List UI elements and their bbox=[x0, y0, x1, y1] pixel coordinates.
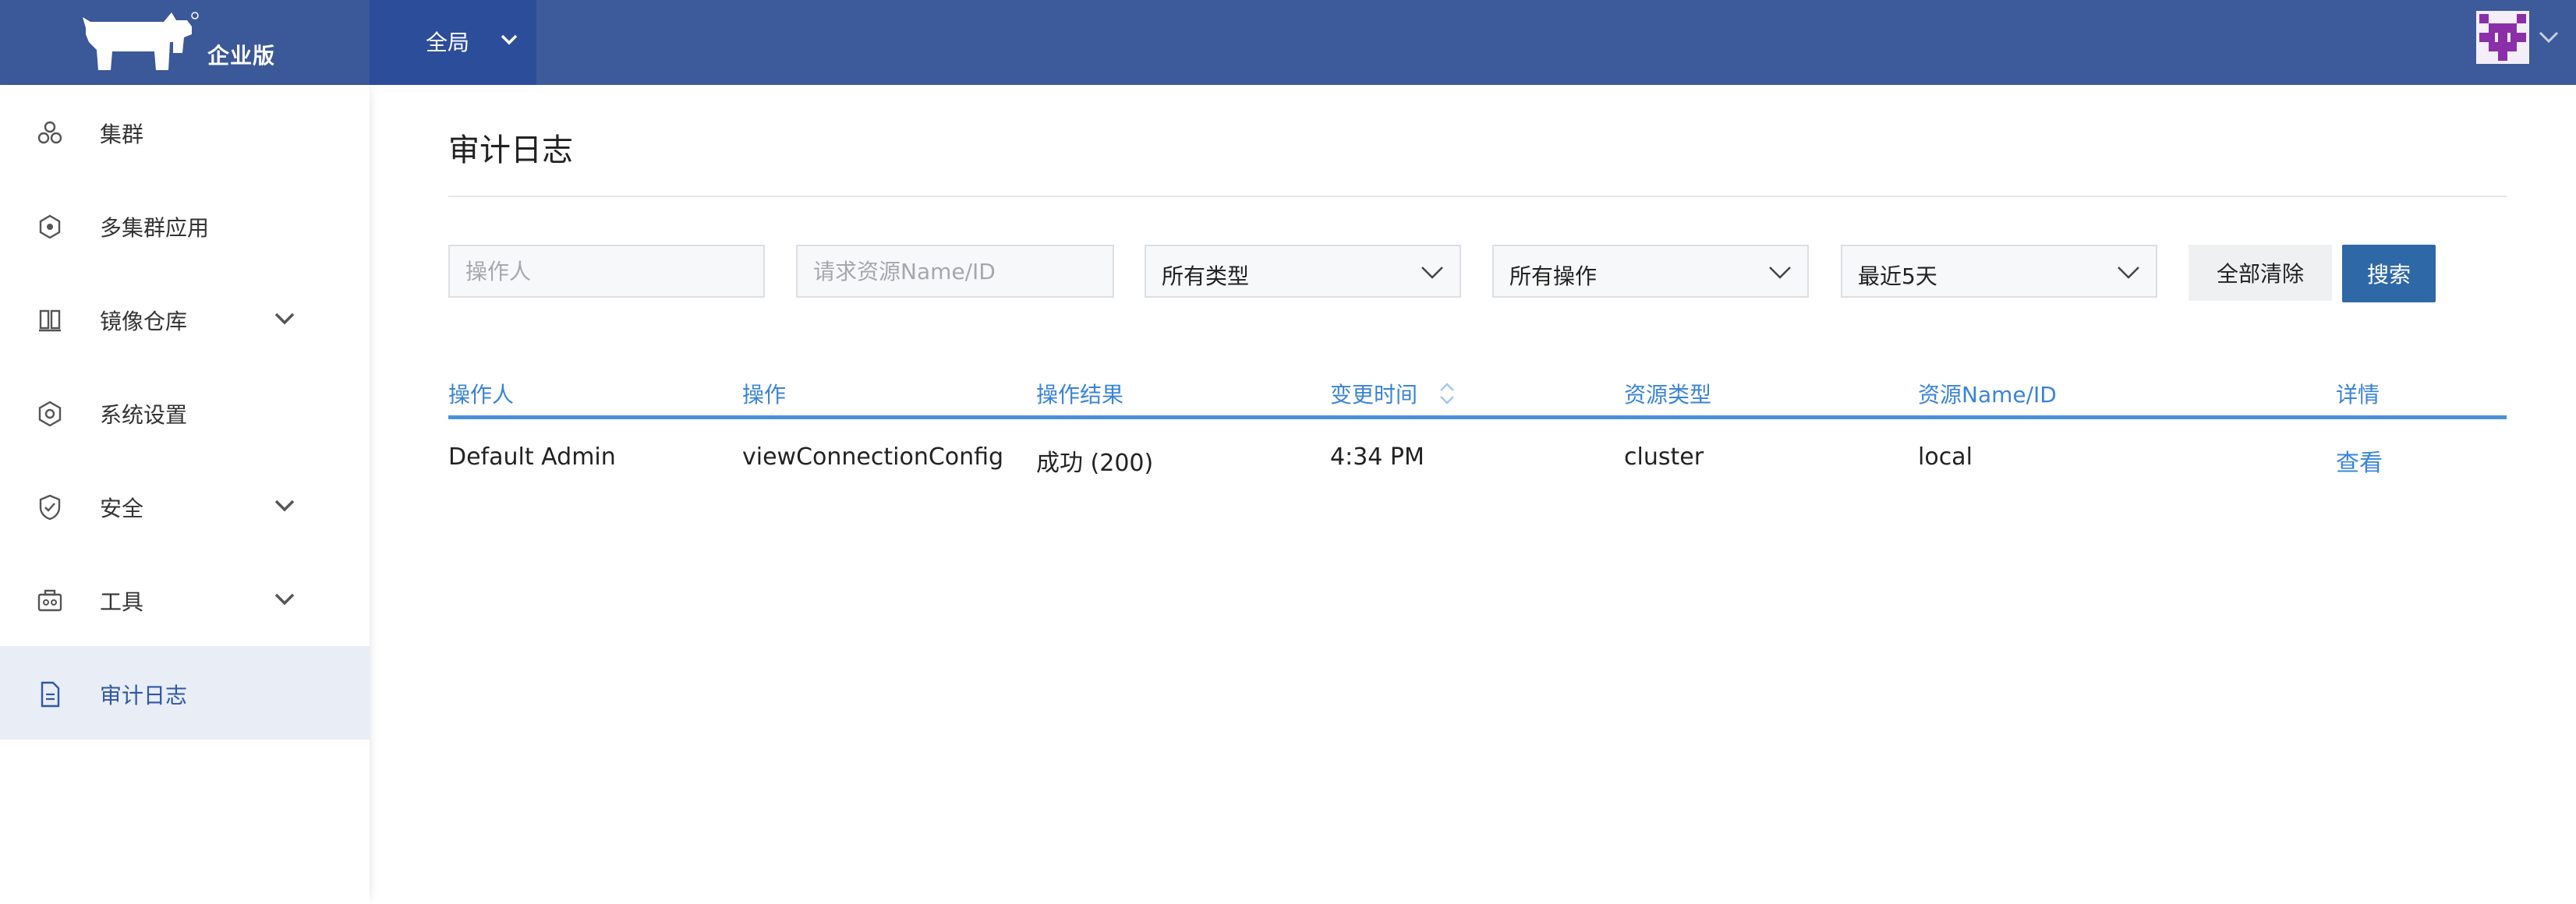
top-bar: 企业版 全局 bbox=[0, 0, 2576, 85]
table-header-rule bbox=[448, 415, 2507, 419]
sidebar-item-label: 多集群应用 bbox=[100, 215, 210, 241]
sidebar-item-label: 审计日志 bbox=[100, 683, 188, 708]
sidebar-item-label: 集群 bbox=[100, 122, 144, 147]
cell-resource-type: cluster bbox=[1624, 443, 1704, 471]
cell-result: 成功 (200) bbox=[1036, 450, 1154, 477]
document-icon bbox=[41, 681, 60, 708]
brand[interactable]: 企业版 bbox=[0, 0, 370, 85]
cell-time: 4:34 PM bbox=[1330, 443, 1424, 471]
sidebar-item-label: 工具 bbox=[100, 589, 144, 615]
cell-operator: Default Admin bbox=[448, 443, 616, 471]
sidebar-item-security[interactable]: 安全 bbox=[0, 459, 370, 553]
operator-filter-input[interactable] bbox=[448, 245, 765, 298]
rancher-logo-icon bbox=[83, 12, 199, 70]
sort-icon[interactable] bbox=[1438, 380, 1456, 407]
sidebar-item-clusters[interactable]: 集群 bbox=[0, 85, 370, 178]
chevron-down-icon bbox=[501, 34, 518, 45]
sidebar-item-tools[interactable]: 工具 bbox=[0, 553, 370, 646]
avatar-identicon-icon bbox=[2476, 11, 2529, 64]
type-filter-select[interactable]: 所有类型 bbox=[1145, 245, 1461, 298]
page-title: 审计日志 bbox=[448, 132, 573, 168]
view-detail-link[interactable]: 查看 bbox=[2336, 443, 2383, 478]
time-range-value: 最近5天 bbox=[1858, 263, 1937, 289]
registry-icon bbox=[39, 309, 61, 332]
time-range-select[interactable]: 最近5天 bbox=[1841, 245, 2157, 298]
scope-label: 全局 bbox=[426, 30, 470, 55]
chevron-down-icon bbox=[2118, 267, 2139, 279]
cluster-icon bbox=[37, 121, 62, 144]
sidebar-item-label: 系统设置 bbox=[100, 402, 188, 428]
column-header-time[interactable]: 变更时间 bbox=[1330, 378, 1417, 409]
sidebar-item-multicluster-apps[interactable]: 多集群应用 bbox=[0, 178, 370, 272]
column-header-result[interactable]: 操作结果 bbox=[1036, 378, 1123, 409]
action-filter-value: 所有操作 bbox=[1509, 263, 1598, 289]
column-header-detail: 详情 bbox=[2336, 382, 2380, 408]
sidebar-item-label: 安全 bbox=[100, 496, 144, 521]
settings-icon bbox=[38, 401, 62, 427]
toolbox-icon bbox=[37, 589, 62, 612]
sidebar-item-label: 镜像仓库 bbox=[100, 309, 188, 334]
column-header-action[interactable]: 操作 bbox=[742, 378, 786, 409]
resource-filter-input[interactable] bbox=[796, 245, 1114, 298]
shield-icon bbox=[39, 494, 61, 521]
chevron-down-icon bbox=[274, 593, 295, 606]
chevron-down-icon bbox=[1769, 267, 1791, 279]
sidebar-item-registry[interactable]: 镜像仓库 bbox=[0, 272, 370, 365]
sidebar-item-settings[interactable]: 系统设置 bbox=[0, 365, 370, 459]
column-header-resource-type[interactable]: 资源类型 bbox=[1624, 378, 1711, 409]
column-header-operator[interactable]: 操作人 bbox=[448, 378, 514, 409]
user-avatar[interactable] bbox=[2476, 11, 2529, 64]
chevron-down-icon bbox=[274, 313, 295, 325]
action-filter-select[interactable]: 所有操作 bbox=[1492, 245, 1809, 298]
column-header-resource-id[interactable]: 资源Name/ID bbox=[1918, 378, 2057, 409]
divider bbox=[448, 196, 2507, 197]
sidebar-item-audit-log[interactable]: 审计日志 bbox=[0, 646, 370, 740]
chevron-down-icon bbox=[274, 500, 295, 512]
clear-all-button[interactable]: 全部清除 bbox=[2189, 245, 2332, 301]
search-button[interactable]: 搜索 bbox=[2342, 245, 2436, 302]
scope-selector[interactable]: 全局 bbox=[370, 0, 536, 85]
sidebar: 集群 多集群应用 镜像仓库 系统设置 安全 工具 审计日志 bbox=[0, 85, 370, 904]
cell-resource-id: local bbox=[1918, 443, 1973, 471]
user-menu-chevron-icon[interactable] bbox=[2537, 28, 2560, 47]
brand-edition-label: 企业版 bbox=[207, 43, 276, 69]
chevron-down-icon bbox=[1421, 267, 1443, 279]
cell-action: viewConnectionConfig bbox=[742, 443, 1004, 471]
type-filter-value: 所有类型 bbox=[1162, 263, 1250, 289]
multicluster-app-icon bbox=[39, 214, 61, 239]
